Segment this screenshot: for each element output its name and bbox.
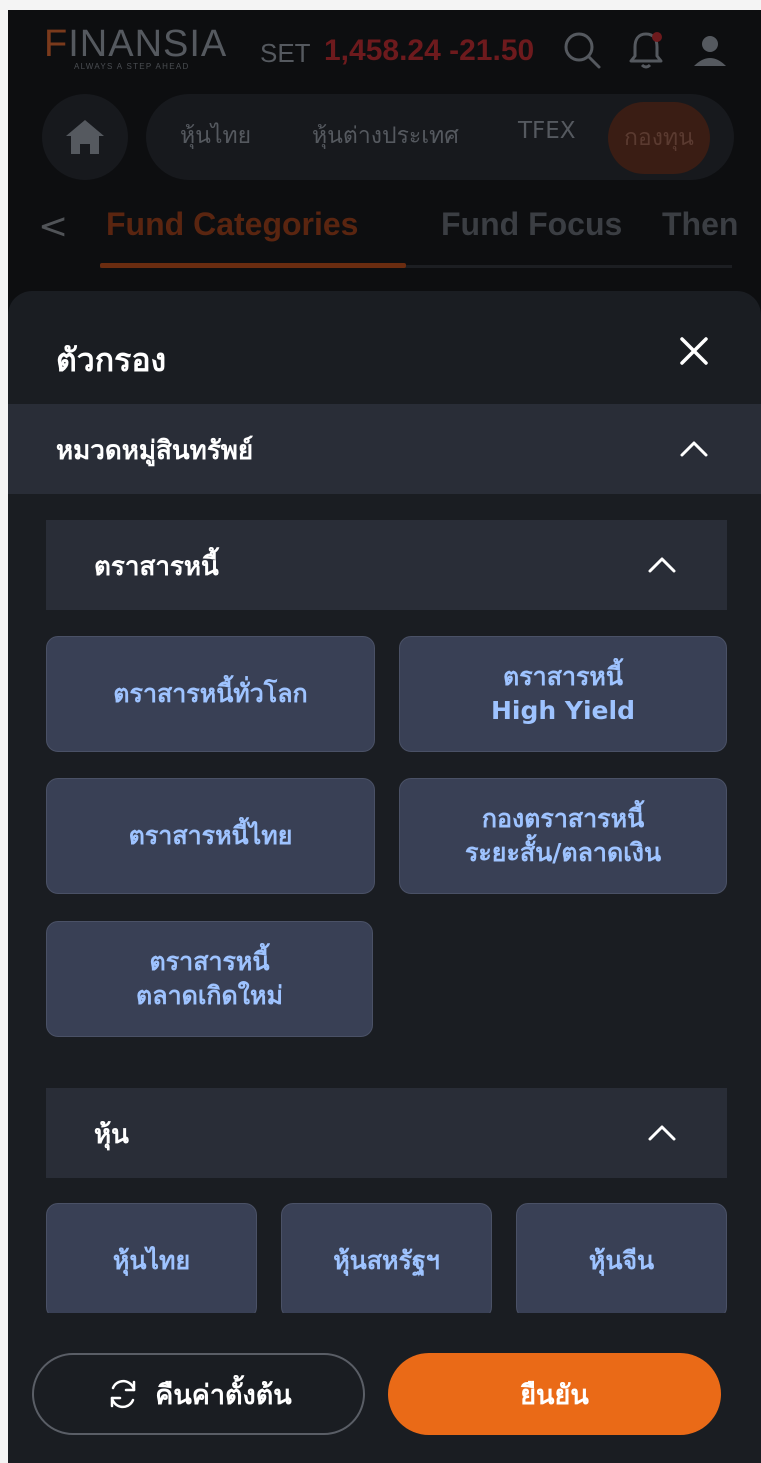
chevron-left-icon[interactable]: < [38,206,68,247]
profile-icon[interactable] [688,28,732,72]
chip-label: หุ้นไทย [112,1246,191,1275]
tab-fund-focus[interactable]: Fund Focus [441,206,622,243]
reset-button[interactable]: คืนค่าตั้งต้น [32,1353,365,1435]
tab-active-indicator [100,263,406,268]
chip-thai-equity[interactable]: หุ้นไทย [46,1203,257,1319]
index-label: SET [260,38,311,68]
equity-group-label: หุ้น [94,1120,129,1150]
chip-label-line2: ตลาดเกิดใหม่ [136,981,283,1010]
close-icon[interactable] [672,329,716,373]
confirm-button[interactable]: ยืนยัน [388,1353,721,1435]
chip-label: ตราสารหนี้ทั่วโลก [113,679,308,708]
asset-category-header[interactable]: หมวดหมู่สินทรัพย์ [8,404,761,494]
chip-label: ตราสารหนี้ไทย [128,821,293,850]
chip-label-line1: ตราสารหนี้ [503,662,623,691]
chip-us-equity[interactable]: หุ้นสหรัฐฯ [281,1203,492,1319]
logo-text: FINANSIA [44,23,228,65]
chevron-up-icon [648,557,676,573]
chevron-up-icon [680,441,708,457]
finansia-logo: FINANSIA ALWAYS A STEP AHEAD [44,24,227,71]
search-icon[interactable] [560,28,604,72]
nav-item-thai-stocks[interactable]: หุ้นไทย [180,118,251,154]
index-points: 1,458.24 [324,34,441,67]
home-icon [66,120,104,154]
confirm-label: ยืนยัน [520,1379,589,1411]
chip-thai-bond[interactable]: ตราสารหนี้ไทย [46,778,375,894]
bond-group-label: ตราสารหนี้ [94,552,219,582]
chip-emerging-market-bond[interactable]: ตราสารหนี้ ตลาดเกิดใหม่ [46,921,373,1037]
nav-item-tfex[interactable]: TFEX [518,118,576,144]
chip-label: หุ้นจีน [588,1246,655,1275]
chip-label-line2: ระยะสั้น/ตลาดเงิน [464,838,662,867]
app-frame: FINANSIA ALWAYS A STEP AHEAD SET 1,458.2… [8,10,761,1463]
nav-item-foreign-stocks[interactable]: หุ้นต่างประเทศ [312,118,459,154]
chip-short-term-money-market[interactable]: กองตราสารหนี้ ระยะสั้น/ตลาดเงิน [399,778,727,894]
bond-group-header[interactable]: ตราสารหนี้ [46,520,727,610]
chevron-up-icon [648,1125,676,1141]
index-value: 1,458.24 -21.50 [324,34,534,68]
app-header: FINANSIA ALWAYS A STEP AHEAD SET 1,458.2… [8,10,761,300]
index-change: -21.50 [449,34,535,67]
nav-item-funds[interactable]: กองทุน [608,102,710,174]
reset-label: คืนค่าตั้งต้น [155,1379,292,1411]
chip-label-line1: ตราสารหนี้ [149,947,270,976]
equity-group-header[interactable]: หุ้น [46,1088,727,1178]
sheet-title: ตัวกรอง [56,341,167,379]
chip-label-line2: High Yield [491,696,635,725]
chip-global-bond[interactable]: ตราสารหนี้ทั่วโลก [46,636,375,752]
asset-category-label: หมวดหมู่สินทรัพย์ [56,436,254,466]
refresh-icon [111,1379,136,1409]
chip-china-equity[interactable]: หุ้นจีน [516,1203,727,1319]
home-button[interactable] [42,94,128,180]
chip-label: หุ้นสหรัฐฯ [333,1246,440,1275]
sheet-footer: คืนค่าตั้งต้น ยืนยัน [8,1313,761,1463]
chip-label-line1: กองตราสารหนี้ [481,804,645,833]
filter-sheet: ตัวกรอง หมวดหมู่สินทรัพย์ ตราสารหนี้ ตรา… [8,291,761,1463]
bell-icon[interactable] [624,28,668,72]
tab-theme[interactable]: Then [662,206,738,243]
chip-high-yield-bond[interactable]: ตราสารหนี้ High Yield [399,636,727,752]
tab-fund-categories[interactable]: Fund Categories [106,206,358,243]
